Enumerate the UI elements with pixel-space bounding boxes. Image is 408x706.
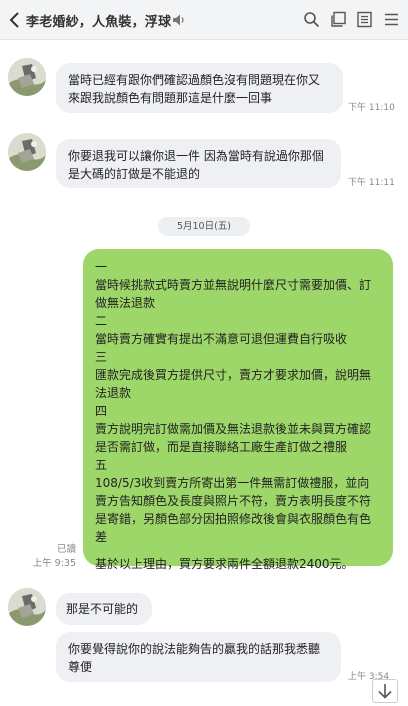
chat-title: 李老婚紗，人魚裝，浮球 — [26, 15, 172, 30]
message-bubble-incoming: 當時已經有跟你們確認過顏色沒有問題現在你又來跟我說顏色有問題那這是什麼一回事 — [56, 63, 343, 113]
message-text: 當時已經有跟你們確認過顏色沒有問題現在你又來跟我說顏色有問題那這是什麼一回事 — [68, 73, 321, 105]
date-separator: 5月10日(五) — [158, 217, 250, 236]
message-line: 當時候挑款式時賣方並無說明什麼尺寸需要加價、訂做無法退款 — [95, 278, 372, 310]
message-line: 賣方說明完訂做需加價及無法退款後並未與買方確認是否需訂做，而是直接聯絡工廠生產訂… — [95, 422, 372, 454]
chat-header: 李老婚紗，人魚裝，浮球 — [0, 0, 408, 40]
avatar-image-icon — [8, 588, 46, 626]
notes-icon[interactable] — [356, 11, 373, 28]
message-line: 一 — [95, 260, 108, 274]
message-timestamp: 下午 11:11 — [348, 178, 395, 188]
message-line: 五 — [95, 458, 108, 472]
keep-icon[interactable] — [330, 11, 347, 28]
message-bubble-incoming: 你要覺得說你的說法能夠告的贏我的話那我悉聽尊便 — [56, 632, 341, 682]
contact-avatar[interactable] — [8, 133, 46, 171]
message-text: 你要覺得說你的說法能夠告的贏我的話那我悉聽尊便 — [68, 642, 321, 674]
speaker-icon[interactable] — [172, 13, 186, 27]
message-line: 四 — [95, 404, 108, 418]
contact-avatar[interactable] — [8, 58, 46, 96]
avatar-image-icon — [8, 58, 46, 96]
contact-avatar[interactable] — [8, 588, 46, 626]
message-line: 二 — [95, 314, 108, 328]
message-text: 你要退我可以讓你退一件 因為當時有說過你那個是大碼的訂做是不能退的 — [68, 149, 324, 181]
menu-icon[interactable] — [383, 11, 400, 28]
message-line: 三 — [95, 350, 108, 364]
message-text: 那是不可能的 — [66, 602, 139, 616]
message-bubble-incoming: 那是不可能的 — [56, 593, 152, 625]
message-line — [95, 546, 381, 555]
message-bubble-incoming: 你要退我可以讓你退一件 因為當時有說過你那個是大碼的訂做是不能退的 — [56, 139, 341, 188]
message-timestamp: 下午 11:10 — [348, 103, 395, 113]
message-line: 匯款完成後買方提供尺寸，賣方才要求加價，說明無法退款 — [95, 368, 372, 400]
message-timestamp: 上午 9:35 — [32, 558, 76, 569]
message-line: 108/5/3收到賣方所寄出第一件無需訂做禮服，並向賣方告知顏色及長度與照片不符… — [95, 476, 372, 544]
avatar-image-icon — [8, 133, 46, 171]
read-status: 已讀 — [56, 544, 76, 555]
scroll-to-bottom-button[interactable] — [372, 679, 398, 703]
back-chevron-icon[interactable] — [8, 11, 22, 29]
search-icon[interactable] — [303, 11, 320, 28]
message-line: 當時賣方確實有提出不滿意可退但運費自行吸收 — [95, 332, 348, 346]
message-bubble-outgoing: 一 當時候挑款式時賣方並無說明什麼尺寸需要加價、訂做無法退款 二 當時賣方確實有… — [83, 249, 393, 571]
message-line: 基於以上理由，買方要求兩件全額退款2400元。 — [95, 557, 354, 571]
arrow-down-icon — [378, 684, 392, 699]
